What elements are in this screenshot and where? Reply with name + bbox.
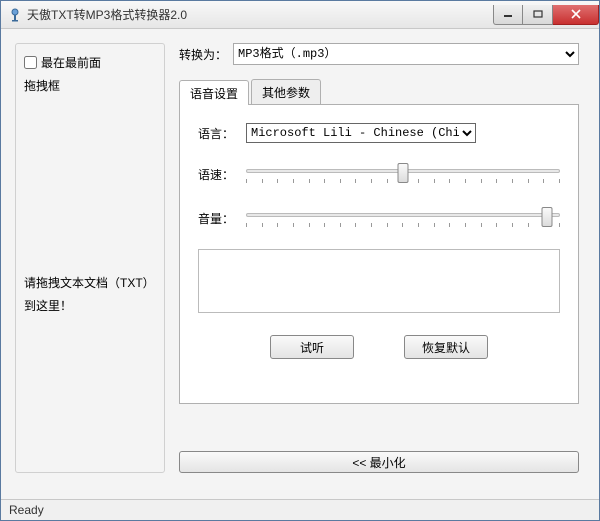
maximize-button[interactable]	[523, 5, 553, 25]
volume-label: 音量：	[198, 210, 238, 227]
drag-hint-line: 到这里！	[24, 295, 155, 318]
app-icon	[7, 7, 23, 23]
button-row: 试听 恢复默认	[198, 335, 560, 359]
window-controls	[493, 5, 599, 25]
minimize-button[interactable]	[493, 5, 523, 25]
slider-thumb[interactable]	[542, 207, 553, 227]
content-area: 最在最前面 拖拽框 请拖拽文本文档（TXT） 到这里！ 转换为： MP3格式（.…	[1, 29, 599, 501]
drag-frame-label: 拖拽框	[24, 77, 156, 94]
volume-slider[interactable]	[246, 205, 560, 231]
window-title: 天傲TXT转MP3格式转换器2.0	[27, 6, 493, 23]
convert-label: 转换为：	[179, 46, 227, 63]
slider-track	[246, 213, 560, 217]
topmost-checkbox[interactable]	[24, 56, 37, 69]
speed-row: 语速：	[198, 161, 560, 187]
convert-row: 转换为： MP3格式（.mp3）	[179, 43, 579, 65]
statusbar: Ready	[1, 499, 599, 520]
reset-defaults-button[interactable]: 恢复默认	[404, 335, 488, 359]
close-button[interactable]	[553, 5, 599, 25]
preview-button[interactable]: 试听	[270, 335, 354, 359]
tab-label: 其他参数	[262, 86, 310, 100]
collapse-button[interactable]: << 最小化	[179, 451, 579, 473]
volume-row: 音量：	[198, 205, 560, 231]
tab-other-params[interactable]: 其他参数	[251, 79, 321, 104]
topmost-label: 最在最前面	[41, 54, 101, 71]
language-select[interactable]: Microsoft Lili - Chinese (China)	[246, 123, 476, 143]
right-area: 转换为： MP3格式（.mp3） 语音设置 其他参数 语言： Microsoft…	[179, 43, 579, 409]
tabstrip: 语音设置 其他参数	[179, 79, 579, 104]
preview-textbox[interactable]	[198, 249, 560, 313]
slider-ticks	[246, 223, 560, 229]
tab-voice-settings[interactable]: 语音设置	[179, 80, 249, 105]
language-label: 语言：	[198, 125, 238, 142]
app-window: 天傲TXT转MP3格式转换器2.0 最在最前面 拖拽框 请拖拽文本文档（TXT）…	[0, 0, 600, 521]
topmost-row: 最在最前面	[24, 54, 156, 71]
left-panel: 最在最前面 拖拽框 请拖拽文本文档（TXT） 到这里！	[15, 43, 165, 473]
speed-slider[interactable]	[246, 161, 560, 187]
titlebar: 天傲TXT转MP3格式转换器2.0	[1, 1, 599, 29]
language-row: 语言： Microsoft Lili - Chinese (China)	[198, 123, 560, 143]
drag-hint: 请拖拽文本文档（TXT） 到这里！	[24, 272, 155, 318]
speed-label: 语速：	[198, 166, 238, 183]
convert-format-select[interactable]: MP3格式（.mp3）	[233, 43, 579, 65]
slider-thumb[interactable]	[398, 163, 409, 183]
drag-hint-line: 请拖拽文本文档（TXT）	[24, 272, 155, 295]
tab-panel-voice: 语言： Microsoft Lili - Chinese (China) 语速：	[179, 104, 579, 404]
tab-label: 语音设置	[190, 87, 238, 101]
status-text: Ready	[9, 503, 44, 517]
collapse-label: << 最小化	[352, 454, 405, 471]
tabs: 语音设置 其他参数 语言： Microsoft Lili - Chinese (…	[179, 79, 579, 409]
